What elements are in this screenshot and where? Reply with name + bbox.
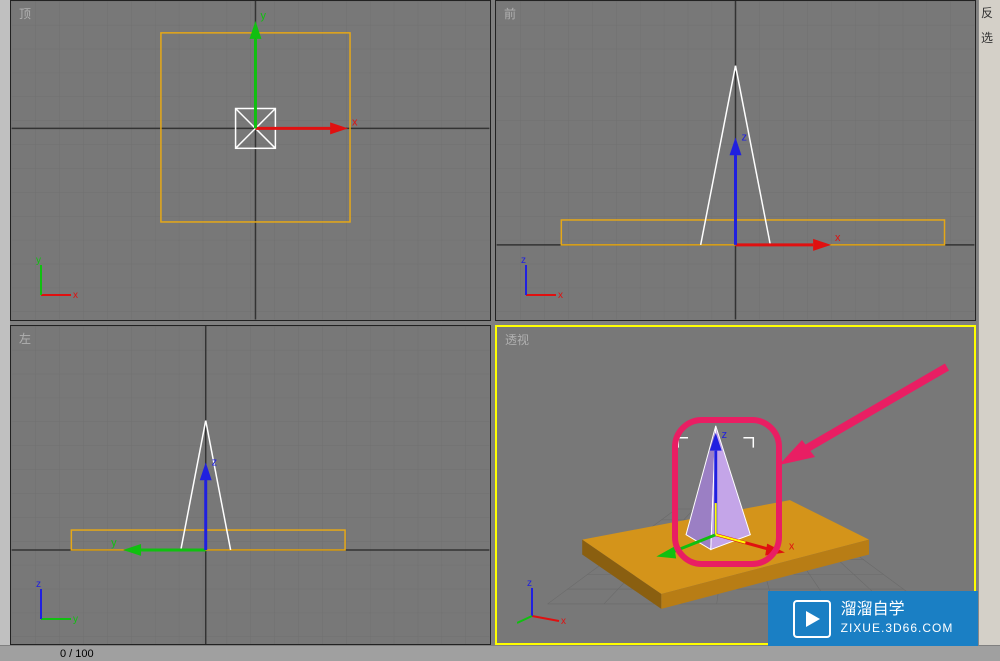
left-toolbar-strip [0, 0, 10, 645]
frame-counter: 0 / 100 [60, 648, 94, 660]
svg-text:y: y [36, 255, 41, 266]
svg-text:z: z [212, 456, 217, 468]
viewport-left-grid: y z [11, 326, 490, 645]
gizmo-x-label: x [352, 116, 358, 128]
panel-text-1: 反 [979, 0, 1000, 25]
annotation-highlight-circle [672, 417, 782, 567]
axis-indicator-perspective: x z [517, 578, 572, 628]
svg-text:z: z [521, 255, 526, 266]
viewport-top[interactable]: x y 顶 x y [10, 0, 491, 321]
svg-text:x: x [73, 290, 78, 301]
viewport-front-label: 前 [504, 5, 516, 22]
panel-text-2: 选 [979, 25, 1000, 50]
watermark-badge: 溜溜自学 ZIXUE.3D66.COM [768, 591, 978, 646]
viewport-front[interactable]: x z 前 x z [495, 0, 976, 321]
viewport-top-grid: x y [11, 1, 490, 320]
svg-text:x: x [835, 232, 841, 244]
svg-text:y: y [111, 536, 117, 548]
viewport-top-label: 顶 [19, 5, 31, 22]
svg-text:x: x [558, 290, 563, 301]
viewport-left[interactable]: y z 左 y z [10, 325, 491, 646]
svg-text:x: x [789, 540, 795, 552]
svg-text:z: z [36, 579, 41, 590]
svg-text:z: z [527, 578, 532, 589]
watermark-url: ZIXUE.3D66.COM [841, 621, 954, 637]
svg-text:z: z [741, 131, 746, 143]
viewport-perspective-label: 透视 [505, 331, 529, 348]
axis-indicator-left: y z [31, 579, 81, 629]
gizmo-y-label: y [260, 10, 266, 22]
axis-indicator-top: x y [31, 255, 81, 305]
watermark-title: 溜溜自学 [841, 600, 954, 621]
svg-text:x: x [561, 616, 566, 627]
viewport-left-label: 左 [19, 330, 31, 347]
annotation-arrow [777, 362, 957, 472]
play-icon [793, 600, 831, 638]
viewports-container: x y 顶 x y x [10, 0, 976, 645]
axis-indicator-front: x z [516, 255, 566, 305]
right-command-panel[interactable]: 反 选 [978, 0, 1000, 645]
svg-text:y: y [73, 614, 78, 625]
status-bar: 0 / 100 [0, 646, 1000, 661]
viewport-front-grid: x z [496, 1, 975, 320]
